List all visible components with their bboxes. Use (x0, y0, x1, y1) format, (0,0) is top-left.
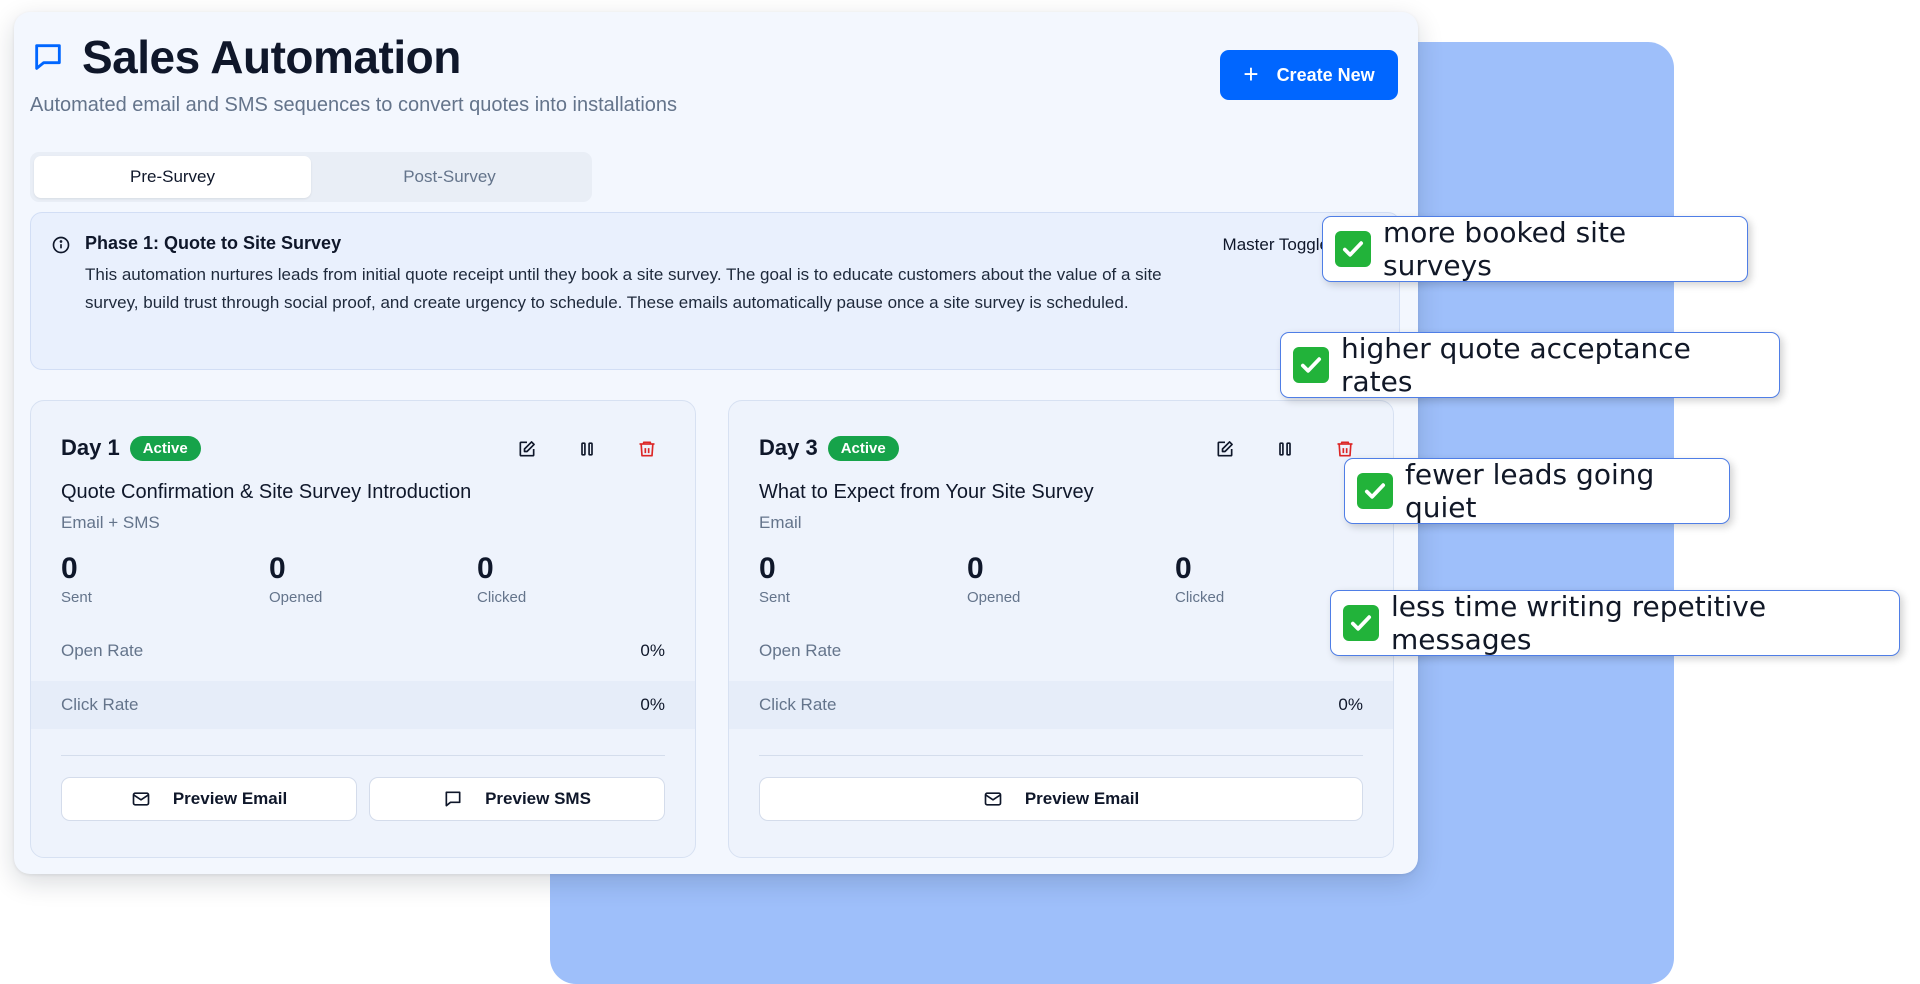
card-stats: 0 Sent 0 Opened 0 Clicked (759, 551, 1383, 606)
click-rate-row: Click Rate 0% (729, 681, 1393, 729)
check-mark-icon (1293, 347, 1329, 383)
open-rate-label: Open Rate (759, 641, 842, 660)
preview-sms-button[interactable]: Preview SMS (369, 777, 665, 821)
open-rate-label: Open Rate (61, 641, 144, 660)
create-new-label: Create New (1276, 64, 1375, 85)
card-divider (759, 755, 1363, 756)
stat-clicked-value: 0 (1175, 552, 1192, 585)
sequence-tabs: Pre-Survey Post-Survey (30, 152, 592, 202)
tab-pre-survey[interactable]: Pre-Survey (34, 156, 311, 198)
open-rate-row: Open Rate 0% (61, 627, 665, 675)
status-badge: Active (129, 435, 201, 461)
plus-icon: + (1243, 59, 1259, 89)
benefit-text: more booked site surveys (1383, 216, 1627, 282)
benefit-callout-4: less time writing repetitive messages (1330, 590, 1900, 656)
card-day-label: Day 1 (61, 435, 120, 460)
click-rate-row: Click Rate 0% (31, 681, 695, 729)
stat-clicked-value: 0 (477, 552, 494, 585)
benefit-text: fewer leads going quiet (1405, 458, 1655, 524)
check-mark-icon (1343, 605, 1379, 641)
status-badge: Active (827, 435, 899, 461)
benefit-text: less time writing repetitive messages (1391, 590, 1767, 656)
create-new-button[interactable]: + Create New (1220, 50, 1398, 100)
card-title: What to Expect from Your Site Survey (759, 481, 1094, 503)
benefit-text: higher quote acceptance rates (1341, 332, 1691, 398)
mail-icon (131, 789, 151, 809)
phase-title: Phase 1: Quote to Site Survey (85, 233, 342, 253)
check-mark-icon (1335, 231, 1371, 267)
mail-icon (983, 789, 1003, 809)
master-toggle-label[interactable]: Master Toggle (1223, 235, 1329, 255)
pause-icon[interactable] (1273, 437, 1297, 461)
info-icon (51, 235, 71, 260)
pause-icon[interactable] (575, 437, 599, 461)
chat-bubble-icon (443, 789, 463, 809)
stat-clicked-label: Clicked (477, 589, 527, 606)
card-title: Quote Confirmation & Site Survey Introdu… (61, 481, 472, 503)
trash-icon[interactable] (635, 437, 659, 461)
card-day-label: Day 3 (759, 435, 818, 460)
page-title: Sales Automation (82, 31, 461, 83)
preview-email-button[interactable]: Preview Email (759, 777, 1363, 821)
benefit-callout-3: fewer leads going quiet (1344, 458, 1730, 524)
stat-sent-label: Sent (759, 589, 790, 606)
edit-icon[interactable] (1213, 437, 1237, 461)
sequence-card-day-1: Day 1 Active Quote Confirmation & Site S… (30, 400, 696, 858)
preview-email-label: Preview Email (1024, 789, 1140, 808)
open-rate-value: 0% (640, 641, 665, 660)
click-rate-label: Click Rate (759, 695, 837, 714)
card-channel: Email (759, 513, 802, 532)
click-rate-label: Click Rate (61, 695, 139, 714)
stat-opened-label: Opened (269, 589, 323, 606)
benefit-callout-1: more booked site surveys (1322, 216, 1748, 282)
click-rate-value: 0% (640, 695, 665, 714)
main-panel: Sales Automation Automated email and SMS… (14, 12, 1418, 874)
stat-sent-value: 0 (759, 552, 776, 585)
edit-icon[interactable] (515, 437, 539, 461)
preview-email-label: Preview Email (172, 789, 288, 808)
title-row: Sales Automation (30, 30, 461, 84)
page-subtitle: Automated email and SMS sequences to con… (30, 94, 678, 116)
tab-post-survey[interactable]: Post-Survey (311, 156, 588, 198)
phase-info-box: Phase 1: Quote to Site Survey This autom… (30, 212, 1400, 370)
sequence-card-day-3: Day 3 Active What to Expect from Your Si… (728, 400, 1394, 858)
click-rate-value: 0% (1338, 695, 1363, 714)
card-channel: Email + SMS (61, 513, 160, 532)
stat-opened-label: Opened (967, 589, 1021, 606)
preview-sms-label: Preview SMS (485, 789, 591, 808)
check-mark-icon (1357, 473, 1393, 509)
card-divider (61, 755, 665, 756)
benefit-callout-2: higher quote acceptance rates (1280, 332, 1780, 398)
phase-description: This automation nurtures leads from init… (85, 265, 1162, 312)
chat-bubble-icon (30, 39, 66, 75)
card-stats: 0 Sent 0 Opened 0 Clicked (61, 551, 685, 606)
stat-sent-label: Sent (61, 589, 92, 606)
stat-opened-value: 0 (967, 552, 984, 585)
preview-email-button[interactable]: Preview Email (61, 777, 357, 821)
stat-opened-value: 0 (269, 552, 286, 585)
stat-sent-value: 0 (61, 552, 78, 585)
open-rate-row: Open Rate 0% (759, 627, 1363, 675)
